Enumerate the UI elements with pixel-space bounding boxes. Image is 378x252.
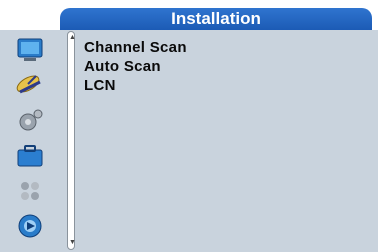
- page-title: Installation: [171, 9, 261, 28]
- scroll-up-arrow-icon[interactable]: ▲: [69, 34, 76, 41]
- media-disc-icon[interactable]: [14, 212, 46, 240]
- tv-icon[interactable]: [14, 36, 46, 64]
- menu-list: Channel Scan Auto Scan LCN: [78, 30, 378, 252]
- gear-settings-icon[interactable]: [14, 106, 46, 134]
- scrollbar[interactable]: ▲ ▼: [67, 31, 76, 250]
- scroll-down-arrow-icon[interactable]: ▼: [69, 239, 76, 246]
- menu-item-channel-scan[interactable]: Channel Scan: [84, 39, 187, 57]
- satellite-dish-icon[interactable]: [14, 70, 46, 98]
- menu-item-auto-scan[interactable]: Auto Scan: [84, 58, 161, 76]
- installation-screen: Installation ▲ ▼ Channel Scan Auto Scan …: [0, 0, 378, 252]
- sidebar: [0, 30, 62, 252]
- menu-item-lcn[interactable]: LCN: [84, 77, 116, 95]
- games-icon[interactable]: [14, 176, 46, 204]
- title-bar: Installation: [0, 0, 378, 30]
- toolbox-icon[interactable]: [14, 142, 46, 170]
